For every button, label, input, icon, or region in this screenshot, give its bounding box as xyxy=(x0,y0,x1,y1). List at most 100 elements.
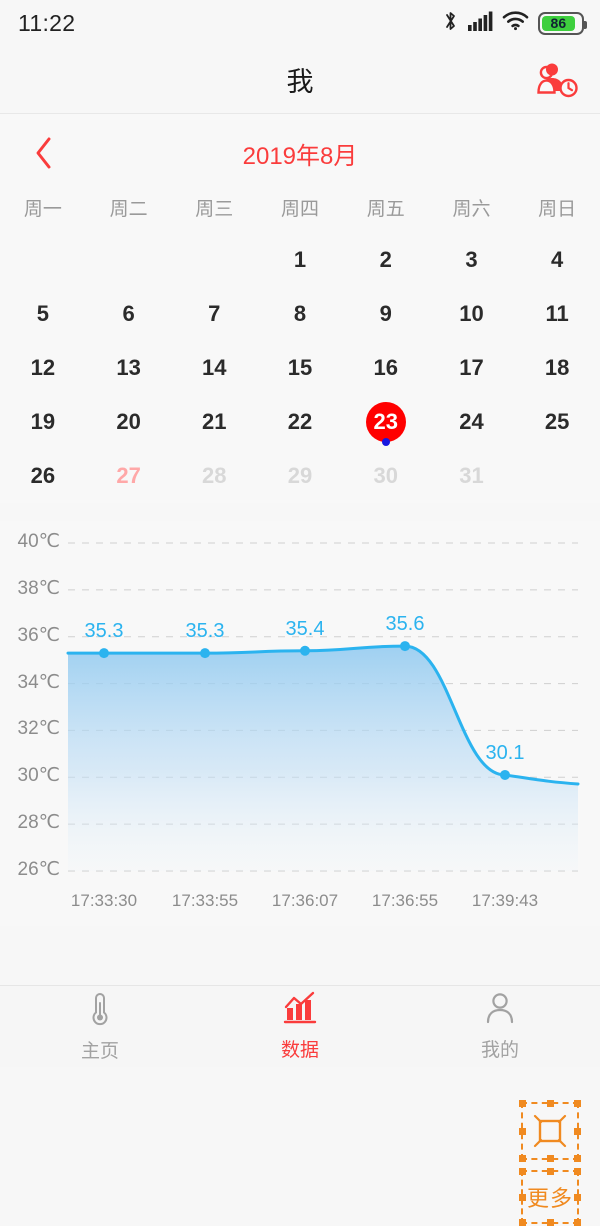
app-header: 我 xyxy=(0,46,600,114)
cellular-signal-icon xyxy=(467,10,493,37)
calendar-day-28[interactable]: 28 xyxy=(171,449,257,503)
calendar-day-15[interactable]: 15 xyxy=(257,341,343,395)
user-history-icon[interactable] xyxy=(532,57,584,103)
calendar-day-number: 31 xyxy=(459,463,484,488)
resize-handle[interactable] xyxy=(574,1128,581,1135)
calendar-day-number: 2 xyxy=(379,247,392,272)
weekday-label: 周二 xyxy=(109,199,148,220)
calendar-day-10[interactable]: 10 xyxy=(429,287,515,341)
y-axis-tick-label: 26℃ xyxy=(17,859,60,880)
calendar-week-row: 12 13 14 15 16 17 18 xyxy=(0,341,600,395)
chart-point-label: 35.6 xyxy=(385,613,425,636)
calendar-day-3[interactable]: 3 xyxy=(429,233,515,287)
bluetooth-icon xyxy=(443,9,458,38)
calendar-day-4[interactable]: 4 xyxy=(514,233,600,287)
x-axis-tick-label: 17:33:30 xyxy=(70,891,138,910)
resize-handle[interactable] xyxy=(519,1155,526,1162)
calendar-day-7[interactable]: 7 xyxy=(171,287,257,341)
status-icons: 86 xyxy=(443,9,587,38)
calendar-day-13[interactable]: 13 xyxy=(86,341,172,395)
calendar-day-number: 27 xyxy=(116,463,141,488)
fullscreen-expand-icon[interactable] xyxy=(519,1100,581,1162)
chart-icon xyxy=(283,991,317,1030)
status-time: 11:22 xyxy=(18,9,76,36)
y-axis-tick-label: 36℃ xyxy=(17,624,60,646)
calendar-day-number: 10 xyxy=(459,301,484,326)
person-icon xyxy=(484,991,516,1030)
resize-handle[interactable] xyxy=(547,1219,554,1226)
more-button[interactable]: 更多 xyxy=(519,1168,581,1226)
calendar-day-number: 9 xyxy=(379,301,392,326)
calendar-day-30[interactable]: 30 xyxy=(343,449,429,503)
calendar-day-number: 3 xyxy=(465,247,478,272)
weekday-label: 周日 xyxy=(538,199,577,220)
calendar-day-21[interactable]: 21 xyxy=(171,395,257,449)
calendar-month-label[interactable]: 2019年8月 xyxy=(243,136,358,171)
resize-handle[interactable] xyxy=(574,1155,581,1162)
calendar-day-23[interactable]: 23 xyxy=(343,395,429,449)
calendar-day-number: 20 xyxy=(116,409,141,434)
calendar-day-17[interactable]: 17 xyxy=(429,341,515,395)
calendar-day-8[interactable]: 8 xyxy=(257,287,343,341)
calendar-day-16[interactable]: 16 xyxy=(343,341,429,395)
calendar-day-22[interactable]: 22 xyxy=(257,395,343,449)
resize-handle[interactable] xyxy=(519,1168,526,1175)
chart-point-label: 35.3 xyxy=(84,620,124,643)
battery-level: 86 xyxy=(550,15,567,31)
calendar-day-number: 6 xyxy=(122,301,135,326)
calendar-day-number: 13 xyxy=(116,355,141,380)
calendar-day-2[interactable]: 2 xyxy=(343,233,429,287)
nav-item-profile[interactable]: 我的 xyxy=(400,986,600,1067)
calendar-day-24[interactable]: 24 xyxy=(429,395,515,449)
chart-data-point xyxy=(500,769,510,780)
chevron-left-icon[interactable] xyxy=(22,131,66,175)
resize-handle[interactable] xyxy=(547,1155,554,1162)
calendar-day-27[interactable]: 27 xyxy=(86,449,172,503)
calendar-week-row: 1 2 3 4 xyxy=(0,233,600,287)
calendar-day-11[interactable]: 11 xyxy=(514,287,600,341)
calendar-day-25[interactable]: 25 xyxy=(514,395,600,449)
x-axis-tick-label: 17:33:55 xyxy=(171,891,239,910)
bottom-navigation: 主页 数据 我的 xyxy=(0,985,600,1067)
calendar-day-26[interactable]: 26 xyxy=(0,449,86,503)
calendar-day-number: 23 xyxy=(365,402,406,442)
thermometer-icon xyxy=(85,990,115,1031)
resize-handle[interactable] xyxy=(519,1100,526,1107)
resize-handle[interactable] xyxy=(574,1168,581,1175)
resize-handle[interactable] xyxy=(547,1168,554,1175)
resize-handle[interactable] xyxy=(519,1128,526,1135)
resize-handle[interactable] xyxy=(574,1219,581,1226)
calendar-day-6[interactable]: 6 xyxy=(86,287,172,341)
calendar-week-row: 26 27 28 29 30 31 xyxy=(0,449,600,503)
calendar-day-number: 19 xyxy=(30,409,56,434)
calendar-day-number: 21 xyxy=(202,409,227,434)
calendar-day-18[interactable]: 18 xyxy=(514,341,600,395)
nav-item-data[interactable]: 数据 xyxy=(200,986,400,1067)
calendar-day-14[interactable]: 14 xyxy=(171,341,257,395)
y-axis-tick-label: 30℃ xyxy=(17,765,60,787)
calendar-day-9[interactable]: 9 xyxy=(343,287,429,341)
weekday-label: 周三 xyxy=(195,199,234,220)
calendar-day-empty xyxy=(0,233,86,287)
chart-point-label: 30.1 xyxy=(485,741,525,764)
chart-point-label: 35.3 xyxy=(185,620,225,643)
calendar-day-5[interactable]: 5 xyxy=(0,287,86,341)
calendar-day-number: 18 xyxy=(544,355,570,380)
resize-handle[interactable] xyxy=(547,1100,554,1107)
resize-handle[interactable] xyxy=(574,1100,581,1107)
calendar-day-20[interactable]: 20 xyxy=(86,395,172,449)
chart-data-point xyxy=(99,648,109,659)
resize-handle[interactable] xyxy=(574,1194,581,1201)
calendar-day-12[interactable]: 12 xyxy=(0,341,86,395)
nav-item-home[interactable]: 主页 xyxy=(0,986,200,1067)
calendar-day-29[interactable]: 29 xyxy=(257,449,343,503)
resize-handle[interactable] xyxy=(519,1194,526,1201)
calendar-day-1[interactable]: 1 xyxy=(257,233,343,287)
resize-handle[interactable] xyxy=(519,1219,526,1226)
chart-point-label: 35.4 xyxy=(285,617,325,640)
temperature-chart: 26℃ 28℃ 30℃ 32℃ 34℃ 36℃ 38℃ 40℃ 17:33:30 17:33:5… xyxy=(0,521,600,1226)
more-button-label: 更多 xyxy=(526,1186,573,1211)
calendar-day-31[interactable]: 31 xyxy=(429,449,515,503)
calendar-day-19[interactable]: 19 xyxy=(0,395,86,449)
nav-label-profile: 我的 xyxy=(480,1040,519,1061)
